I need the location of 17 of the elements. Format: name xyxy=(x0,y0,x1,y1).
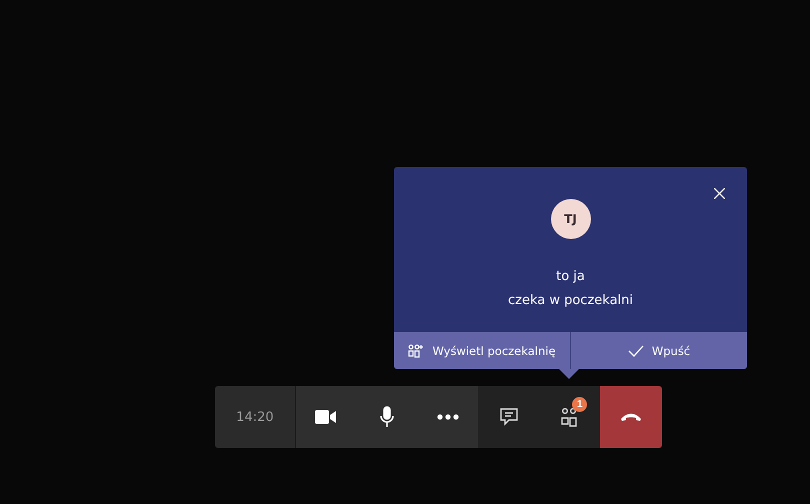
microphone-icon xyxy=(380,406,394,428)
chat-icon xyxy=(500,408,518,426)
people-add-icon xyxy=(408,344,424,358)
hang-up-icon xyxy=(620,412,642,422)
video-camera-icon xyxy=(315,410,338,424)
participant-name: to ja xyxy=(556,269,585,284)
camera-button[interactable] xyxy=(296,386,357,448)
avatar: TJ xyxy=(550,199,590,239)
close-icon[interactable] xyxy=(714,188,725,199)
chat-button[interactable] xyxy=(478,386,540,448)
call-time: 14:20 xyxy=(215,386,296,448)
waiting-message: czeka w poczekalni xyxy=(508,293,634,308)
more-icon xyxy=(436,414,459,420)
view-lobby-button[interactable]: Wyświetl poczekalnię xyxy=(394,332,570,369)
notification-badge: 1 xyxy=(572,397,588,412)
participants-button[interactable]: 1 xyxy=(539,386,600,448)
checkmark-icon xyxy=(628,344,644,356)
